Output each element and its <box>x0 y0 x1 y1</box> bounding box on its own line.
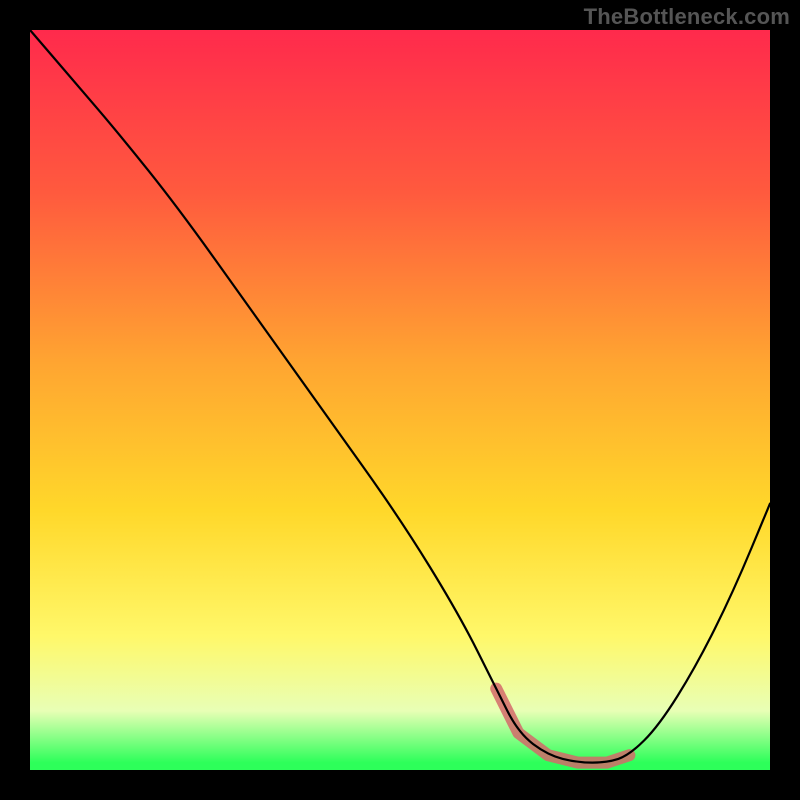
attribution-label: TheBottleneck.com <box>584 4 790 30</box>
bottleneck-chart <box>0 0 800 800</box>
gradient-plot-area <box>30 30 770 770</box>
chart-frame: TheBottleneck.com <box>0 0 800 800</box>
